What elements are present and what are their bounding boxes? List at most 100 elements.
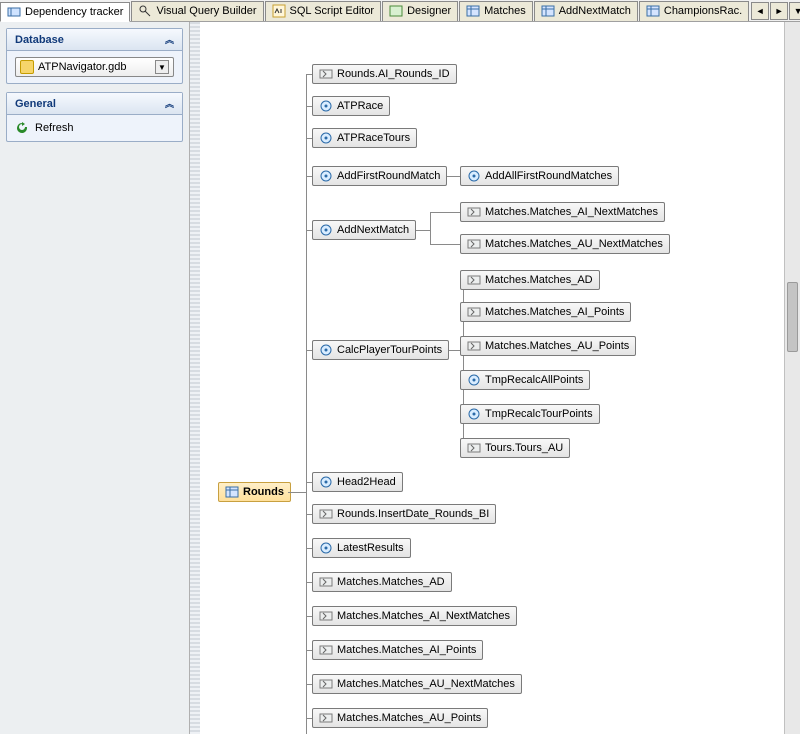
connector xyxy=(447,176,461,177)
proc-icon xyxy=(467,407,481,421)
dep-node-rounds[interactable]: Rounds xyxy=(218,482,291,502)
tab-visual-query-builder[interactable]: Visual Query Builder xyxy=(131,1,263,21)
collapse-icon: ︽ xyxy=(165,33,174,46)
dep-node-latestresults[interactable]: LatestResults xyxy=(312,538,411,558)
dep-node-tmprecalcallpoints[interactable]: TmpRecalcAllPoints xyxy=(460,370,590,390)
dep-node-matches-matches-ai-points[interactable]: Matches.Matches_AI_Points xyxy=(312,640,483,660)
trigger-icon xyxy=(467,273,481,287)
database-panel-title: Database xyxy=(15,34,64,46)
dep-node-matches-matches-au-points[interactable]: Matches.Matches_AU_Points xyxy=(312,708,488,728)
connector xyxy=(306,138,312,139)
node-label: Matches.Matches_AI_NextMatches xyxy=(337,610,510,622)
vertical-scrollbar[interactable] xyxy=(784,22,800,734)
main: Database ︽ ATPNavigator.gdb ▼ General ︽ xyxy=(0,22,800,734)
sql-icon xyxy=(272,4,286,18)
proc-icon xyxy=(319,343,333,357)
dep-node-matches-matches-ai-nextmatches[interactable]: Matches.Matches_AI_NextMatches xyxy=(312,606,517,626)
tab-sql-script-editor[interactable]: SQL Script Editor xyxy=(265,1,382,21)
dep-node-addfirstroundmatch[interactable]: AddFirstRoundMatch xyxy=(312,166,447,186)
table-icon xyxy=(225,485,239,499)
connector xyxy=(306,684,312,685)
tracker-icon xyxy=(7,5,21,19)
dep-node-atprace[interactable]: ATPRace xyxy=(312,96,390,116)
tab-scroll-left[interactable]: ◄ xyxy=(751,2,769,20)
connector xyxy=(306,230,312,231)
dep-node-matches-matches-ai-nextmatches[interactable]: Matches.Matches_AI_NextMatches xyxy=(460,202,665,222)
scrollbar-thumb[interactable] xyxy=(787,282,798,352)
database-panel-header[interactable]: Database ︽ xyxy=(7,29,182,51)
designer-icon xyxy=(389,4,403,18)
trigger-icon xyxy=(467,205,481,219)
node-label: Matches.Matches_AI_Points xyxy=(485,306,624,318)
dep-node-matches-matches-ad[interactable]: Matches.Matches_AD xyxy=(460,270,600,290)
proc-icon xyxy=(319,131,333,145)
node-label: AddFirstRoundMatch xyxy=(337,170,440,182)
dep-node-rounds-ai-rounds-id[interactable]: Rounds.AI_Rounds_ID xyxy=(312,64,457,84)
connector xyxy=(430,212,431,244)
general-panel-header[interactable]: General ︽ xyxy=(7,93,182,115)
dep-node-matches-matches-ai-points[interactable]: Matches.Matches_AI_Points xyxy=(460,302,631,322)
database-selector[interactable]: ATPNavigator.gdb ▼ xyxy=(15,57,174,77)
proc-icon xyxy=(319,223,333,237)
dep-node-head2head[interactable]: Head2Head xyxy=(312,472,403,492)
trigger-icon xyxy=(467,339,481,353)
tab-scroll-right[interactable]: ► xyxy=(770,2,788,20)
trigger-icon xyxy=(319,677,333,691)
tab-designer[interactable]: Designer xyxy=(382,1,458,21)
dep-node-calcplayertourpoints[interactable]: CalcPlayerTourPoints xyxy=(312,340,449,360)
trigger-icon xyxy=(467,237,481,251)
connector xyxy=(306,514,312,515)
dep-node-matches-matches-au-nextmatches[interactable]: Matches.Matches_AU_NextMatches xyxy=(312,674,522,694)
node-label: AddNextMatch xyxy=(337,224,409,236)
dep-node-tmprecalctourpoints[interactable]: TmpRecalcTourPoints xyxy=(460,404,600,424)
refresh-label: Refresh xyxy=(35,122,74,134)
dep-node-matches-matches-ad[interactable]: Matches.Matches_AD xyxy=(312,572,452,592)
dep-node-rounds-insertdate-rounds-bi[interactable]: Rounds.InsertDate_Rounds_BI xyxy=(312,504,496,524)
node-label: ATPRaceTours xyxy=(337,132,410,144)
tab-addnextmatch[interactable]: AddNextMatch xyxy=(534,1,638,21)
tab-matches[interactable]: Matches xyxy=(459,1,533,21)
node-label: Rounds xyxy=(243,486,284,498)
proc-icon xyxy=(319,475,333,489)
tab-label: Visual Query Builder xyxy=(156,5,256,17)
connector xyxy=(306,650,312,651)
dependency-canvas[interactable]: Rounds Rounds.AI_Rounds_ID ATPRace ATPRaceT… xyxy=(200,22,800,734)
tab-dependency-tracker[interactable]: Dependency tracker xyxy=(0,2,130,22)
node-label: Matches.Matches_AU_Points xyxy=(337,712,481,724)
trigger-icon xyxy=(319,609,333,623)
trigger-icon xyxy=(319,643,333,657)
trigger-icon xyxy=(467,441,481,455)
dep-node-tours-tours-au[interactable]: Tours.Tours_AU xyxy=(460,438,570,458)
database-icon xyxy=(20,60,34,74)
tab-label: Designer xyxy=(407,5,451,17)
refresh-button[interactable]: Refresh xyxy=(15,121,174,135)
dep-node-matches-matches-au-nextmatches[interactable]: Matches.Matches_AU_NextMatches xyxy=(460,234,670,254)
general-panel: General ︽ Refresh xyxy=(6,92,183,142)
node-label: ATPRace xyxy=(337,100,383,112)
general-panel-title: General xyxy=(15,98,56,110)
dep-node-matches-matches-au-points[interactable]: Matches.Matches_AU_Points xyxy=(460,336,636,356)
connector xyxy=(306,482,312,483)
connector xyxy=(306,176,312,177)
node-label: TmpRecalcTourPoints xyxy=(485,408,593,420)
proc-icon xyxy=(467,169,481,183)
dep-node-addnextmatch[interactable]: AddNextMatch xyxy=(312,220,416,240)
connector xyxy=(306,718,312,719)
trigger-icon xyxy=(319,67,333,81)
tab-dropdown[interactable]: ▼ xyxy=(789,2,800,20)
table-icon xyxy=(466,4,480,18)
dep-node-atpracetours[interactable]: ATPRaceTours xyxy=(312,128,417,148)
dep-node-addallfirstroundmatches[interactable]: AddAllFirstRoundMatches xyxy=(460,166,619,186)
splitter[interactable] xyxy=(190,22,200,734)
trigger-icon xyxy=(319,711,333,725)
database-panel: Database ︽ ATPNavigator.gdb ▼ xyxy=(6,28,183,84)
node-label: Matches.Matches_AU_NextMatches xyxy=(337,678,515,690)
tab-label: Dependency tracker xyxy=(25,6,123,18)
tab-championsrac-[interactable]: ChampionsRac. xyxy=(639,1,749,21)
connector xyxy=(306,616,312,617)
dropdown-icon[interactable]: ▼ xyxy=(155,60,169,74)
tab-label: ChampionsRac. xyxy=(664,5,742,17)
node-label: AddAllFirstRoundMatches xyxy=(485,170,612,182)
tab-label: Matches xyxy=(484,5,526,17)
tab-strip: Dependency tracker Visual Query Builder SQ… xyxy=(0,0,800,22)
